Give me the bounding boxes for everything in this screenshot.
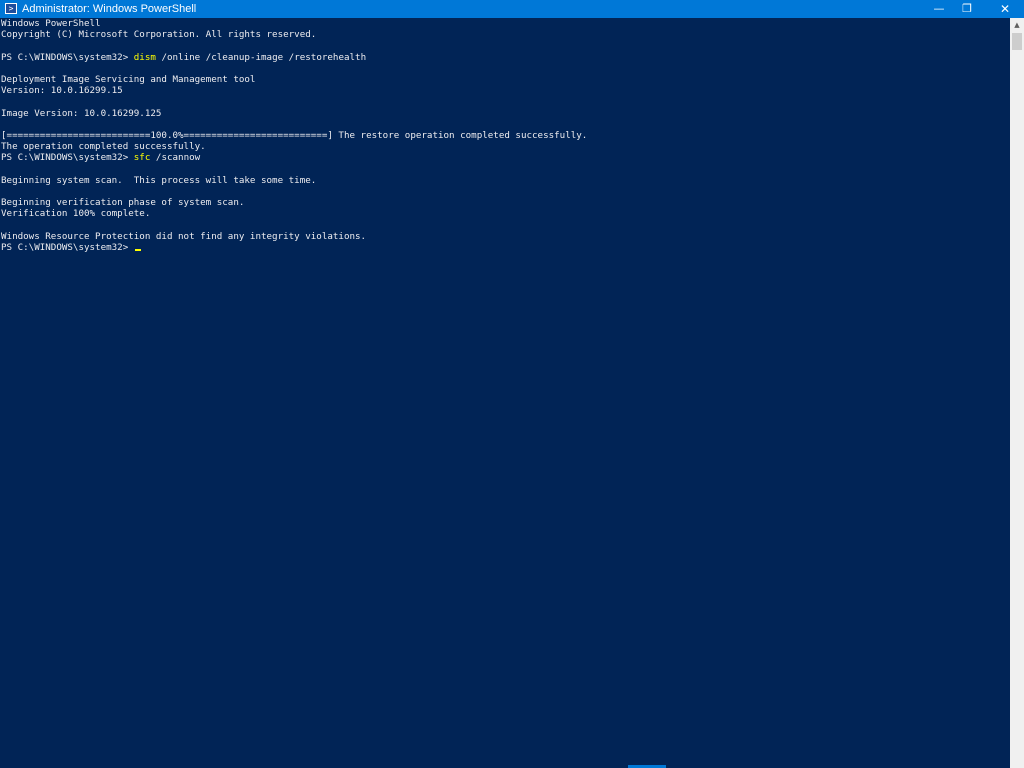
command-args: /online /cleanup-image /restorehealth (155, 51, 367, 63)
scrollbar-thumb[interactable] (1012, 33, 1022, 50)
command-name: dism (133, 51, 156, 63)
scroll-up-arrow-icon[interactable]: ▲ (1010, 18, 1024, 32)
prompt-text: PS C:\WINDOWS\system32> (1, 152, 134, 164)
powershell-icon: > (5, 3, 17, 14)
command-name: sfc (133, 152, 151, 164)
output-line: Beginning verification phase of system s… (1, 197, 245, 208)
output-line: Windows Resource Protection did not find… (1, 230, 367, 242)
window-title: Administrator: Windows PowerShell (22, 3, 197, 15)
output-line: Beginning system scan. This process will… (1, 174, 317, 186)
output-line: [==========================100.0%=======… (1, 129, 588, 141)
output-line: Image Version: 10.0.16299.125 (1, 107, 162, 119)
text-cursor (134, 248, 141, 251)
prompt-line: PS C:\WINDOWS\system32> (0, 242, 1010, 253)
output-line: Copyright (C) Microsoft Corporation. All… (1, 29, 317, 41)
restore-button[interactable]: ❐ (951, 0, 983, 18)
prompt-line: PS C:\WINDOWS\system32> sfc /scannow (0, 152, 1010, 163)
console-output[interactable]: Windows PowerShell Copyright (C) Microsof… (0, 18, 1010, 768)
prompt-text: PS C:\WINDOWS\system32> (1, 241, 134, 253)
output-line: Version: 10.0.16299.15 (1, 85, 123, 97)
vertical-scrollbar[interactable]: ▲ (1010, 18, 1024, 768)
powershell-window: > Administrator: Windows PowerShell — ❐ … (0, 0, 1024, 768)
output-line: The operation completed successfully. (1, 141, 206, 153)
prompt-line: PS C:\WINDOWS\system32> dism /online /cl… (0, 52, 1010, 63)
title-bar[interactable]: > Administrator: Windows PowerShell — ❐ … (0, 0, 1024, 18)
command-args: /scannow (150, 152, 201, 164)
output-line: Windows PowerShell (1, 18, 101, 29)
output-line: Verification 100% complete. (1, 208, 151, 220)
close-button[interactable]: ✕ (986, 0, 1024, 18)
prompt-text: PS C:\WINDOWS\system32> (1, 51, 134, 63)
output-line: Deployment Image Servicing and Managemen… (1, 73, 256, 85)
